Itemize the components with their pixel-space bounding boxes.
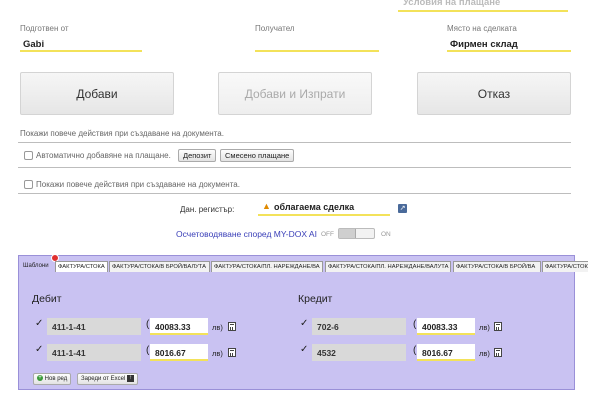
new-row-label: Нов ред <box>44 376 68 382</box>
warning-icon: ▲ <box>262 201 271 211</box>
debit-row-2-amount[interactable]: 8016.67 <box>150 344 208 361</box>
load-excel-label: Зареди от Excel <box>81 376 126 382</box>
debit-row-1-checkbox[interactable]: ✓ <box>35 318 43 329</box>
debit-row-1-amount[interactable]: 40083.33 <box>150 318 208 335</box>
recipient-value <box>255 36 379 39</box>
toggle-knob <box>339 229 356 238</box>
mydox-label: Осчетоводяване според MY-DOX AI <box>176 229 317 239</box>
tax-register-label: Дан. регистър: <box>180 205 235 214</box>
open-paren: ( <box>146 319 150 330</box>
debit-row-2-account[interactable]: 411-1-41 <box>47 344 141 361</box>
debit-row-1-currency: лв) <box>212 323 223 332</box>
prepared-by-label: Подготвен от <box>20 24 69 33</box>
prepared-by-value: Gabi <box>23 39 45 50</box>
debit-row-2-checkbox[interactable]: ✓ <box>35 344 43 355</box>
credit-row-1-amount[interactable]: 40083.33 <box>417 318 475 335</box>
calculator-icon[interactable] <box>494 348 502 357</box>
credit-row-2-account[interactable]: 4532 <box>312 344 406 361</box>
toggle-off-label: OFF <box>321 231 334 238</box>
calculator-icon[interactable] <box>228 348 236 357</box>
payment-terms-field[interactable]: Условия на плащане <box>398 0 568 12</box>
debit-row-2-currency: лв) <box>212 349 223 358</box>
mixed-payment-button[interactable]: Смесено плащане <box>220 149 295 162</box>
add-and-send-button[interactable]: Добави и Изпрати <box>218 72 372 115</box>
new-row-button[interactable]: + Нов ред <box>33 373 72 385</box>
template-tab[interactable]: ФАКТУРА/СТОКА/ПЛ. НАРЕЖДАНЕ/ВАЛУТА <box>325 261 451 272</box>
auto-payment-label: Автоматично добавяне на плащане. <box>36 151 171 160</box>
more-actions-checkbox-label: Покажи повече действия при създаване на … <box>36 180 240 189</box>
debit-title: Дебит <box>32 293 62 305</box>
calculator-icon[interactable] <box>494 322 502 331</box>
open-paren: ( <box>413 345 417 356</box>
recipient-label: Получател <box>255 24 295 33</box>
open-paren: ( <box>413 319 417 330</box>
cancel-button[interactable]: Отказ <box>417 72 571 115</box>
deal-place-label: Място на сделката <box>447 24 517 33</box>
credit-row-1-currency: лв) <box>479 323 490 332</box>
prepared-by-field[interactable]: Gabi <box>20 36 142 52</box>
credit-row-2-currency: лв) <box>479 349 490 358</box>
plus-icon: + <box>37 375 43 382</box>
template-tab[interactable]: ФАКТУРА/СТОКА <box>55 261 108 272</box>
add-button[interactable]: Добави <box>20 72 174 115</box>
upload-icon: ↑ <box>127 374 134 382</box>
tax-register-value: облагаема сделка <box>274 202 355 212</box>
template-tab[interactable]: ФАКТУРА/СТОКА/В БРОЙ/ВАЛУТА <box>109 261 210 272</box>
credit-title: Кредит <box>298 293 333 305</box>
credit-row-1-checkbox[interactable]: ✓ <box>300 318 308 329</box>
template-tabs: ФАКТУРА/СТОКА ФАКТУРА/СТОКА/В БРОЙ/ВАЛУТ… <box>20 259 588 272</box>
recipient-field[interactable] <box>255 36 379 52</box>
deal-place-field[interactable]: Фирмен склад <box>447 36 571 52</box>
calculator-icon[interactable] <box>228 322 236 331</box>
toggle-on-label: ON <box>381 231 391 238</box>
credit-row-1-account[interactable]: 702-6 <box>312 318 406 335</box>
credit-row-2-amount[interactable]: 8016.67 <box>417 344 475 361</box>
more-actions-checkbox[interactable] <box>24 180 33 189</box>
more-actions-text: Покажи повече действия при създаване на … <box>20 129 224 138</box>
auto-payment-checkbox[interactable] <box>24 151 33 160</box>
open-paren: ( <box>146 345 150 356</box>
deal-place-value: Фирмен склад <box>450 39 518 50</box>
payment-terms-label: Условия на плащане <box>403 0 501 8</box>
divider <box>18 193 571 194</box>
template-tab[interactable]: ФАКТУРА/СТОКА/ПЛ. НАРЕЖДАНЕ/ВА <box>211 261 323 272</box>
load-excel-button[interactable]: Зареди от Excel ↑ <box>77 373 138 385</box>
template-tab[interactable]: ФАКТУРА/СТОКА/В БРОЙ/ВА <box>453 261 541 272</box>
deposit-button[interactable]: Депозит <box>178 149 217 162</box>
external-link-icon[interactable]: ↗ <box>398 204 407 213</box>
mydox-toggle[interactable] <box>338 228 375 239</box>
tax-register-field[interactable]: ▲ облагаема сделка <box>258 199 390 216</box>
divider <box>18 167 571 168</box>
template-tab[interactable]: ФАКТУРА/СТОКА/В БРО <box>542 261 588 272</box>
debit-row-1-account[interactable]: 411-1-41 <box>47 318 141 335</box>
credit-row-2-checkbox[interactable]: ✓ <box>300 344 308 355</box>
divider <box>18 142 571 143</box>
